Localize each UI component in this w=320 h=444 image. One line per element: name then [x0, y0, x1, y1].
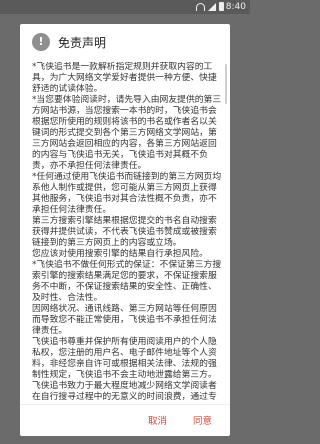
- dialog-scrollbar[interactable]: [225, 64, 227, 104]
- disclaimer-paragraph: *当您要体验阅读时，请先导入由网友提供的第三方网站书源，当您搜索一本书的时，飞侠…: [32, 95, 222, 171]
- disclaimer-dialog: ! 免责声明 *飞侠追书是一款解析指定规则并获取内容的工具，为广大网络文学爱好者…: [20, 24, 230, 436]
- status-icons: [196, 2, 224, 11]
- wifi-icon: [196, 2, 205, 11]
- dialog-title: 免责声明: [58, 36, 107, 50]
- dialog-actions: 取消 同意: [138, 406, 222, 434]
- disclaimer-paragraph: 飞侠追书尊重并保护所有使用阅读用户的个人隐私权，您注册的用户名、电子邮件地址等个…: [32, 337, 217, 380]
- disclaimer-paragraph: 您应该对使用搜索引擎的结果自行承担风险。: [32, 249, 208, 259]
- battery-icon: [219, 2, 224, 11]
- agree-button[interactable]: 同意: [183, 408, 222, 432]
- disclaimer-paragraph: 飞侠追书致力于最大程度地减少网络文学阅读者在自行搜寻过程中的无意义的时间浪费，通…: [32, 381, 217, 400]
- disclaimer-paragraph: *飞侠追书不做任何形式的保证：不保证第三方搜索引擎的搜索结果满足您的要求，不保证…: [32, 260, 222, 303]
- disclaimer-paragraph: *任何通过使用飞侠追书而链接到的第三方网页均系他人制作或提供，您可能从第三方网页…: [32, 172, 222, 215]
- actions-divider: [20, 404, 230, 405]
- disclaimer-paragraph: *飞侠追书是一款解析指定规则并获取内容的工具，为广大网络文学爱好者提供一种方便、…: [32, 62, 217, 94]
- dialog-body[interactable]: *飞侠追书是一款解析指定规则并获取内容的工具，为广大网络文学爱好者提供一种方便、…: [32, 62, 222, 400]
- status-bar: 8:40: [0, 0, 250, 14]
- disclaimer-paragraph: 因网络状况、通讯线路、第三方网站等任何原因而导致您不能正常使用，飞侠追书不承担任…: [32, 304, 217, 336]
- dialog-header: ! 免责声明: [20, 24, 230, 58]
- status-time: 8:40: [225, 2, 246, 12]
- disclaimer-paragraph: 第三方搜索引擎结果根据您提交的书名自动搜索获得并提供试读，不代表飞侠追书赞成或被…: [32, 216, 217, 248]
- cancel-button[interactable]: 取消: [138, 408, 177, 432]
- info-icon: !: [32, 33, 50, 51]
- signal-icon: [208, 2, 216, 11]
